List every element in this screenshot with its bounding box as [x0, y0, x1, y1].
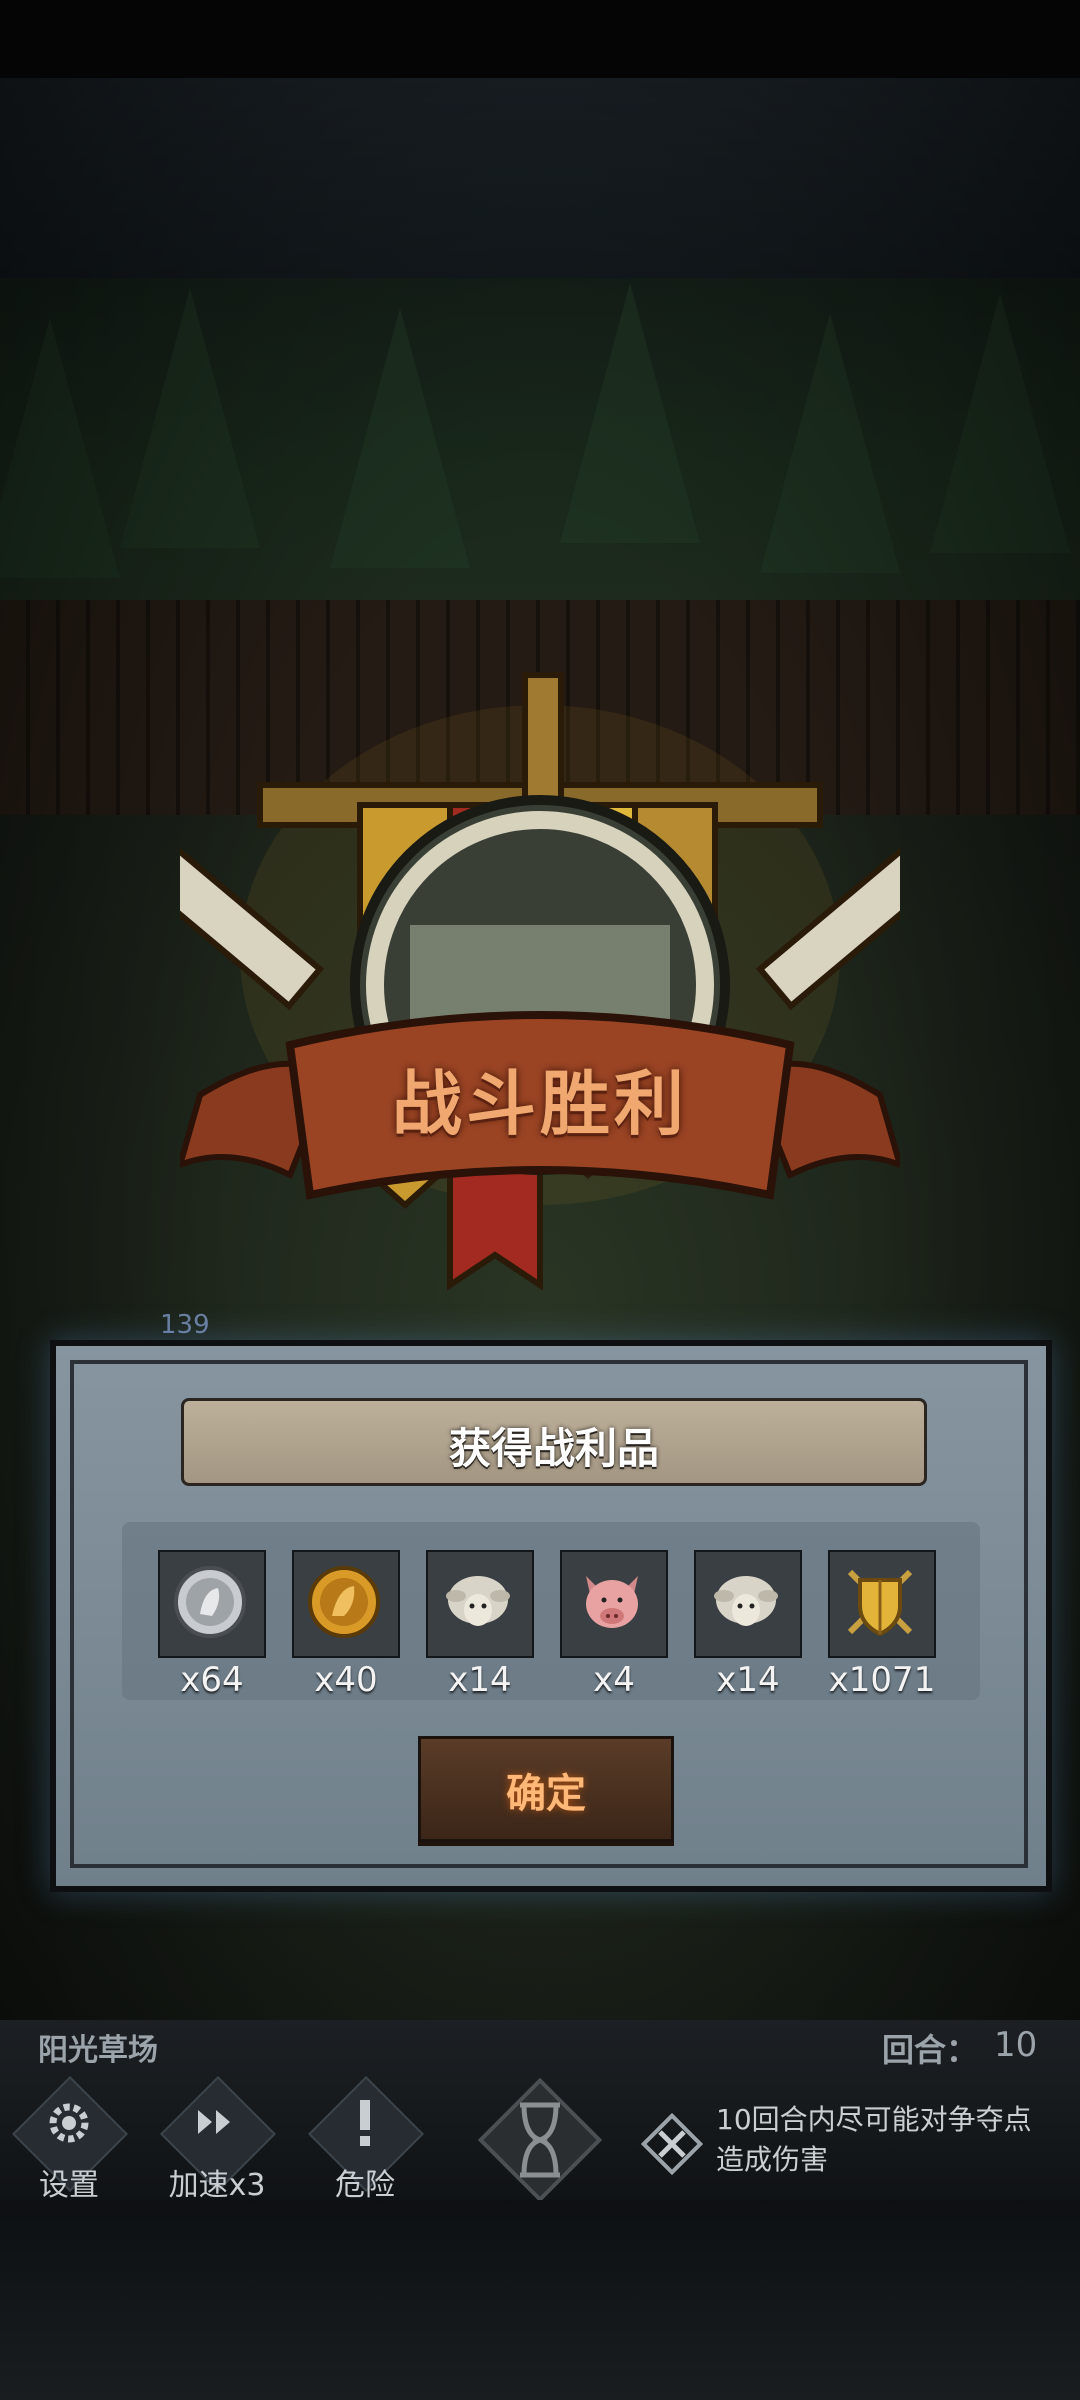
- loot-quantity: x1071: [828, 1660, 936, 1700]
- victory-title: 战斗胜利: [392, 1063, 688, 1145]
- loot-item-pig[interactable]: x4: [560, 1550, 668, 1700]
- pig-icon: [586, 1576, 638, 1628]
- loot-title: 获得战利品: [448, 1424, 659, 1473]
- loot-banner: 获得战利品: [181, 1398, 927, 1486]
- sheep-icon: [446, 1576, 510, 1626]
- settings-label: 设置: [39, 2168, 99, 2203]
- loot-quantity: x4: [593, 1660, 635, 1700]
- loot-item-sheep[interactable]: x14: [694, 1550, 802, 1700]
- sheep-icon: [714, 1576, 778, 1626]
- danger-icon: [360, 2100, 370, 2146]
- honor-shield-icon: [847, 1569, 913, 1637]
- loot-item-honor[interactable]: x1071: [828, 1550, 936, 1700]
- gold-coin-icon: [308, 1566, 380, 1638]
- confirm-label: 确定: [506, 1771, 586, 1817]
- loot-item-silver-coin[interactable]: x64: [158, 1550, 266, 1700]
- loot-list: x64 x40 x14 x4 x14 x1071: [122, 1522, 980, 1700]
- loot-panel: 获得战利品 x64 x40 x14 x4 x14 x1071 确定: [50, 1340, 1052, 1892]
- status-bar: [0, 0, 1080, 78]
- speed-button[interactable]: 加速x3: [160, 2076, 276, 2203]
- victory-emblem: [180, 672, 900, 1291]
- bottom-background: [0, 2200, 1080, 2400]
- speed-label: 加速x3: [168, 2168, 266, 2203]
- loot-quantity: x14: [716, 1660, 780, 1700]
- map-name: 阳光草场: [38, 2033, 158, 2068]
- fast-forward-icon: [198, 2110, 230, 2134]
- danger-button[interactable]: 危险: [308, 2076, 424, 2203]
- unit-hp-label: 139: [160, 1310, 210, 1340]
- objective-icon: [640, 2112, 704, 2176]
- loot-item-gold-coin[interactable]: x40: [292, 1550, 400, 1700]
- loot-item-sheep[interactable]: x14: [426, 1550, 534, 1700]
- loot-quantity: x64: [180, 1660, 244, 1700]
- silver-coin-icon: [174, 1566, 246, 1638]
- gear-icon: [49, 2103, 89, 2143]
- round-label: 回合：: [882, 2031, 979, 2069]
- objective-text: 10回合内尽可能对争夺点造成伤害: [716, 2103, 1032, 2176]
- confirm-button[interactable]: 确定: [418, 1736, 674, 1842]
- end-turn-button[interactable]: [470, 2070, 610, 2210]
- loot-quantity: x40: [314, 1660, 378, 1700]
- round-counter: 10: [994, 2025, 1038, 2065]
- settings-button[interactable]: 设置: [12, 2076, 128, 2203]
- loot-quantity: x14: [448, 1660, 512, 1700]
- danger-label: 危险: [335, 2168, 395, 2203]
